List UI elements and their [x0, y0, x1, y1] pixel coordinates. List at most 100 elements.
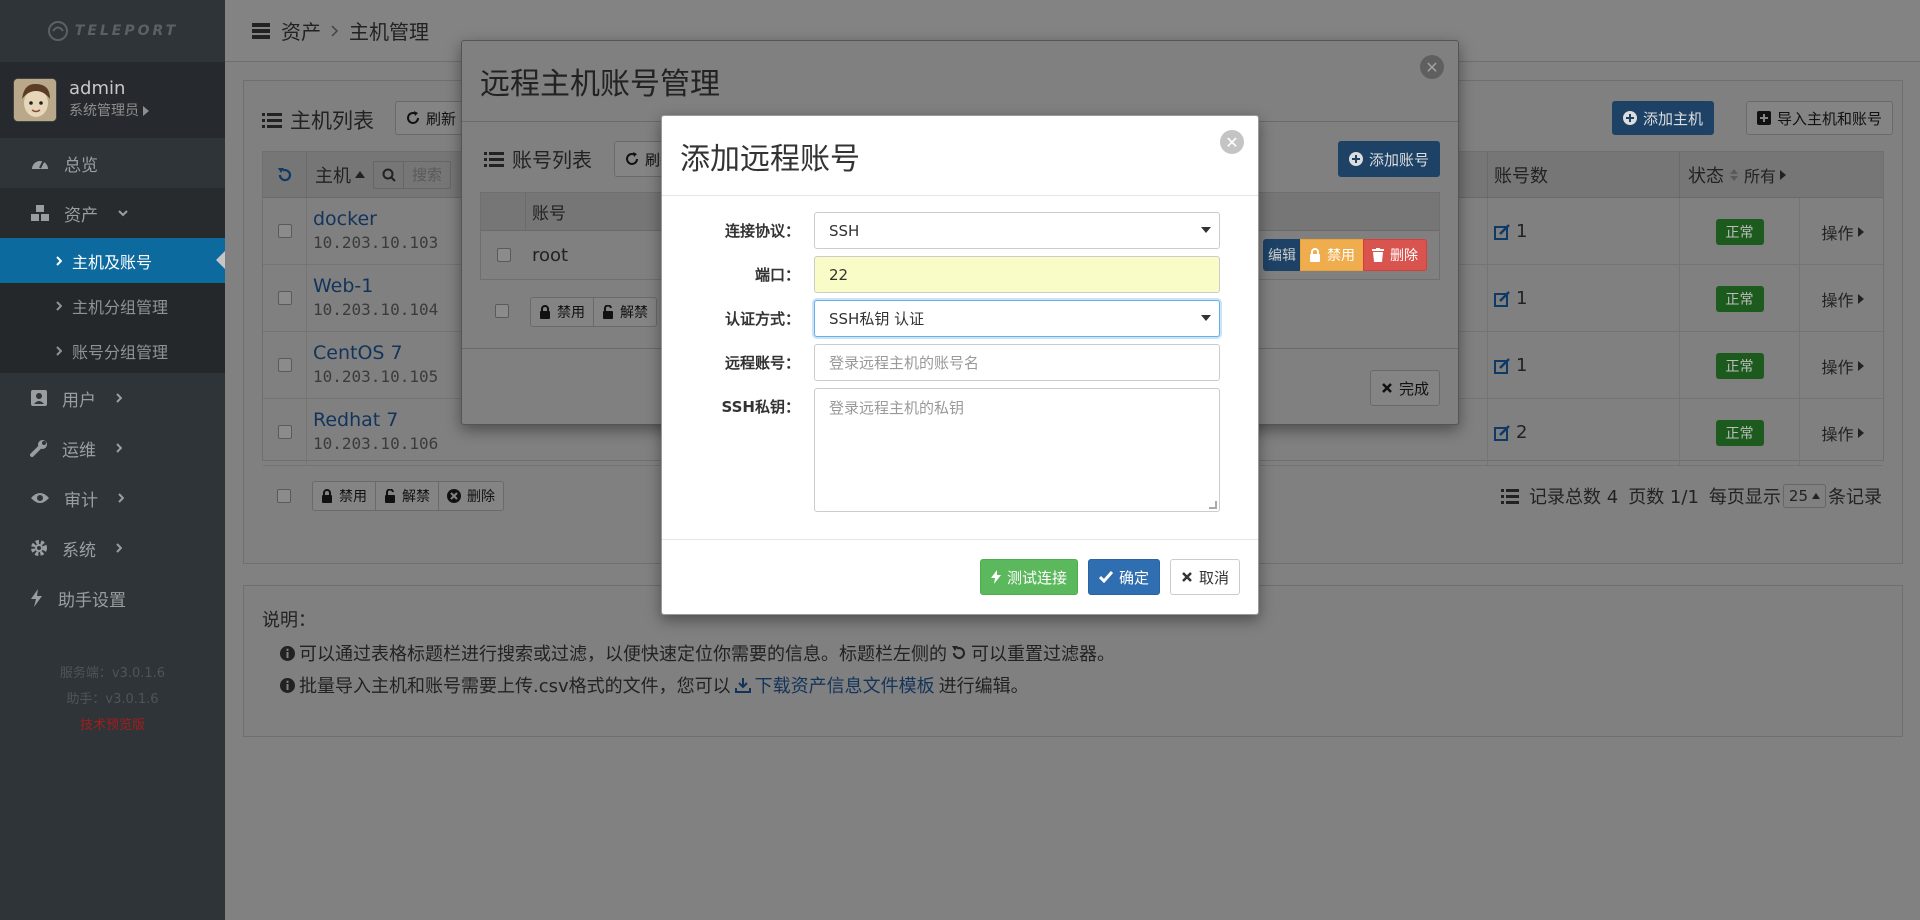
host-ip: 10.203.10.103 [313, 233, 439, 252]
account-edit-button[interactable]: 编辑 [1263, 239, 1301, 271]
nav-hosts-accounts[interactable]: 主机及账号 [0, 238, 225, 283]
account-modal-header: 远程主机账号管理 [462, 41, 1458, 122]
nav-dashboard[interactable]: 总览 [0, 138, 225, 188]
col-status[interactable]: 状态 所有 [1679, 151, 1787, 198]
operation-menu[interactable]: 操作 [1821, 354, 1864, 378]
bulk-disable-button[interactable]: 禁用 [312, 481, 376, 511]
done-label: 完成 [1398, 379, 1429, 398]
confirm-button[interactable]: 确定 [1087, 559, 1160, 595]
host-bulk-actions: 禁用 解禁 删除 [312, 481, 504, 511]
account-modal-close-button[interactable]: ✕ [1420, 55, 1444, 79]
per-page-select[interactable]: 25 [1782, 484, 1826, 508]
row-checkbox[interactable] [277, 224, 292, 238]
status-badge: 正常 [1715, 218, 1764, 245]
row-checkbox[interactable] [277, 425, 292, 439]
account-list-title: 账号列表 [484, 144, 592, 173]
import-button[interactable]: 导入主机和账号 [1746, 101, 1894, 135]
chevron-right-icon [116, 443, 122, 453]
user-card-icon [30, 389, 48, 407]
account-modal-title: 远程主机账号管理 [480, 67, 720, 102]
host-ip: 10.203.10.106 [313, 434, 439, 453]
nav-ops[interactable]: 运维 [0, 423, 225, 473]
auth-method-select[interactable]: SSH私钥 认证 [814, 300, 1220, 337]
add-host-button[interactable]: 添加主机 [1612, 101, 1715, 135]
account-disable-button[interactable]: 禁用 [1300, 239, 1364, 271]
row-checkbox[interactable] [277, 358, 292, 372]
operation-menu[interactable]: 操作 [1821, 220, 1864, 244]
host-name-link[interactable]: Web-1 [313, 275, 438, 298]
test-connection-button[interactable]: 测试连接 [979, 559, 1078, 595]
close-icon: ✕ [1425, 57, 1439, 77]
account-count-cell[interactable]: 1 [1487, 265, 1679, 332]
account-count-cell[interactable]: 2 [1487, 399, 1679, 466]
bulk-unlock-button[interactable]: 解禁 [375, 481, 439, 511]
breadcrumb-section[interactable]: 资产 [281, 16, 321, 45]
test-connection-label: 测试连接 [1006, 568, 1067, 587]
nav-assets[interactable]: 资产 [0, 188, 225, 238]
host-ip: 10.203.10.105 [313, 367, 439, 386]
download-template-link[interactable]: 下载资产信息文件模板 [734, 672, 935, 698]
host-search-placeholder: 搜索 [412, 166, 443, 184]
notes-line-2a: 批量导入主机和账号需要上传.csv格式的文件，您可以 [299, 676, 731, 697]
chevron-right-icon [56, 345, 62, 356]
nav-assist[interactable]: 助手设置 [0, 573, 225, 623]
add-host-label: 添加主机 [1643, 109, 1704, 128]
caret-right-icon [1857, 427, 1864, 438]
account-row: 远程账号： 登录远程主机的账号名 [662, 344, 1258, 381]
host-name-link[interactable]: CentOS 7 [313, 342, 438, 365]
add-modal-close-button[interactable]: ✕ [1220, 130, 1244, 154]
operation-menu[interactable]: 操作 [1821, 287, 1864, 311]
protocol-row: 连接协议： SSH [662, 212, 1258, 249]
account-bulk-disable-label: 禁用 [557, 305, 585, 321]
cancel-button[interactable]: 取消 [1169, 559, 1240, 595]
refresh-button[interactable]: 刷新 [395, 101, 468, 135]
dashboard-icon [30, 154, 50, 172]
done-button[interactable]: 完成 [1369, 370, 1440, 406]
account-count-cell[interactable]: 1 [1487, 332, 1679, 399]
nav-audit[interactable]: 审计 [0, 473, 225, 523]
status-cell: 正常 [1679, 332, 1799, 399]
lock-icon [1309, 248, 1321, 262]
account-count: 1 [1516, 288, 1528, 309]
nav-account-groups-label: 账号分组管理 [72, 342, 169, 362]
account-row-checkbox[interactable] [496, 248, 511, 262]
account-bulk-disable-button[interactable]: 禁用 [530, 297, 594, 327]
nav-users[interactable]: 用户 [0, 373, 225, 423]
gear-icon [30, 539, 48, 557]
op-cell: 操作 [1799, 265, 1885, 332]
reset-filter-icon[interactable] [263, 151, 307, 198]
bulk-delete-button[interactable]: 删除 [438, 481, 504, 511]
protocol-select[interactable]: SSH [814, 212, 1220, 249]
row-checkbox[interactable] [277, 291, 292, 305]
port-input[interactable]: 22 [814, 256, 1220, 293]
add-modal-footer-buttons: 测试连接 确定 取消 [979, 559, 1240, 595]
host-name-link[interactable]: docker [313, 208, 438, 231]
bulk-unlock-label: 解禁 [402, 489, 430, 505]
resize-handle-icon[interactable] [1209, 501, 1217, 509]
ssh-key-textarea[interactable]: 登录远程主机的私钥 [814, 388, 1220, 512]
account-bulk-unlock-button[interactable]: 解禁 [593, 297, 657, 327]
host-search-input[interactable]: 搜索 [373, 160, 452, 189]
caret-right-icon [1857, 293, 1864, 304]
remote-account-input[interactable]: 登录远程主机的账号名 [814, 344, 1220, 381]
account-count: 1 [1516, 221, 1528, 242]
account-count-cell[interactable]: 1 [1487, 198, 1679, 265]
refresh-icon [625, 152, 639, 166]
account-delete-button[interactable]: 删除 [1363, 239, 1427, 271]
user-role[interactable]: 系统管理员 [69, 100, 149, 122]
select-all-checkbox[interactable] [277, 489, 291, 503]
info-circle-icon [280, 677, 295, 693]
col-host[interactable]: 主机 [315, 162, 365, 188]
user-name: admin [69, 78, 126, 99]
row-checkbox-cell [263, 331, 307, 399]
host-name-link[interactable]: Redhat 7 [313, 409, 438, 432]
status-filter[interactable]: 所有 [1744, 163, 1787, 187]
nav-host-groups[interactable]: 主机分组管理 [0, 283, 225, 328]
operation-menu[interactable]: 操作 [1821, 421, 1864, 445]
nav-system[interactable]: 系统 [0, 523, 225, 573]
notes-line-1b: 可以重置过滤器。 [971, 644, 1115, 665]
avatar[interactable] [13, 78, 57, 122]
nav-account-groups[interactable]: 账号分组管理 [0, 328, 225, 373]
add-account-button[interactable]: 添加账号 [1337, 141, 1440, 177]
account-select-all-checkbox[interactable] [495, 304, 509, 318]
